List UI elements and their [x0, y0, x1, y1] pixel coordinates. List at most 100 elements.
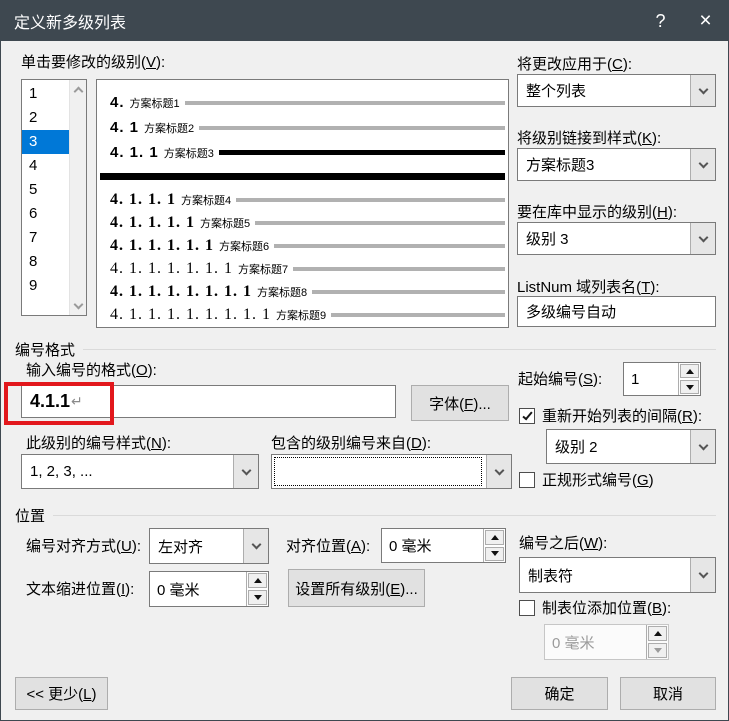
ok-button[interactable]: 确定: [511, 677, 608, 710]
gallery-level-label: 要在库中显示的级别(H):: [517, 201, 677, 222]
spin-down-icon[interactable]: [680, 380, 699, 394]
preview-text-bar: [199, 126, 505, 130]
aligned-at-spinner[interactable]: 0 毫米: [381, 528, 506, 563]
text-indent-spinner[interactable]: 0 毫米: [149, 571, 269, 607]
restart-label: 重新开始列表的间隔(R):: [542, 405, 702, 426]
cancel-button-label: 取消: [653, 683, 683, 704]
spin-up-icon[interactable]: [485, 530, 504, 545]
set-all-levels-label: 设置所有级别(E)...: [295, 578, 418, 599]
level-item-8[interactable]: 8: [22, 250, 69, 274]
chevron-down-icon[interactable]: [690, 149, 715, 180]
legal-checkbox-row[interactable]: 正规形式编号(G): [519, 469, 724, 490]
preview-title: 方案标题3: [164, 145, 214, 161]
position-group-title: 位置: [15, 505, 45, 526]
preview-number: 4. 1. 1. 1. 1. 1: [110, 237, 214, 255]
link-style-combo[interactable]: 方案标题3: [517, 148, 716, 181]
chevron-down-icon[interactable]: [690, 223, 715, 254]
preview-line: 4. 方案标题1: [110, 90, 505, 115]
scroll-up-icon[interactable]: [70, 80, 86, 99]
apply-to-label: 将更改应用于(C):: [517, 53, 632, 74]
legal-label: 正规形式编号(G): [542, 469, 654, 490]
spin-down-icon[interactable]: [485, 547, 504, 562]
level-item-3-selected[interactable]: 3: [22, 130, 69, 154]
chevron-down-icon[interactable]: [233, 455, 258, 488]
preview-line: 4. 1. 1. 1 方案标题4: [110, 188, 505, 211]
number-style-label: 此级别的编号样式(N):: [26, 432, 171, 453]
listnum-input[interactable]: 多级编号自动: [517, 296, 716, 327]
listnum-value: 多级编号自动: [526, 301, 616, 322]
restart-checkbox-checked[interactable]: [519, 408, 535, 424]
preview-number: 4. 1. 1. 1. 1. 1. 1. 1: [110, 283, 252, 301]
level-item-5[interactable]: 5: [22, 178, 69, 202]
set-all-levels-button[interactable]: 设置所有级别(E)...: [288, 569, 425, 607]
group-divider: [53, 515, 716, 516]
number-format-group-title: 编号格式: [15, 339, 75, 360]
font-button[interactable]: 字体(F)...: [411, 385, 509, 421]
dialog-title: 定义新多级列表: [1, 9, 638, 33]
close-icon[interactable]: ×: [683, 1, 728, 41]
level-picker-label: 单击要修改的级别(V):: [21, 51, 165, 72]
text-indent-value: 0 毫米: [150, 579, 246, 600]
preview-title: 方案标题8: [257, 284, 307, 300]
add-tab-checkbox-unchecked[interactable]: [519, 600, 535, 616]
number-style-combo[interactable]: 1, 2, 3, ...: [21, 454, 259, 489]
spin-up-icon: [648, 626, 667, 641]
preview-text-bar: [312, 290, 505, 294]
include-level-label: 包含的级别编号来自(D):: [271, 432, 431, 453]
preview-number: 4. 1. 1. 1: [110, 191, 176, 209]
preview-text-bar: [331, 313, 505, 317]
spin-up-icon[interactable]: [680, 364, 699, 378]
preview-text-bar: [219, 150, 505, 155]
chevron-down-icon[interactable]: [690, 75, 715, 106]
level-item-1[interactable]: 1: [22, 82, 69, 106]
spin-down-icon[interactable]: [248, 590, 267, 605]
alignment-combo[interactable]: 左对齐: [149, 528, 269, 564]
follow-number-combo[interactable]: 制表符: [519, 557, 716, 593]
cancel-button[interactable]: 取消: [620, 677, 716, 710]
add-tab-checkbox-row[interactable]: 制表位添加位置(B):: [519, 597, 724, 618]
format-input-label: 输入编号的格式(O):: [26, 359, 157, 380]
level-item-6[interactable]: 6: [22, 202, 69, 226]
help-icon[interactable]: ?: [638, 1, 683, 41]
preview-line: 4. 1. 1. 1. 1. 1 方案标题6: [110, 234, 505, 257]
start-at-value: 1: [624, 371, 678, 388]
level-item-9[interactable]: 9: [22, 274, 69, 298]
chevron-down-icon[interactable]: [690, 558, 715, 592]
scroll-down-icon[interactable]: [70, 296, 86, 315]
preview-line: 4. 1. 1. 1. 1 方案标题5: [110, 211, 505, 234]
preview-text-bar: [185, 101, 505, 105]
list-preview: 4. 方案标题1 4. 1 方案标题2 4. 1. 1 方案标题3 4. 1. …: [96, 79, 509, 328]
level-item-2[interactable]: 2: [22, 106, 69, 130]
level-item-7[interactable]: 7: [22, 226, 69, 250]
spin-up-icon[interactable]: [248, 573, 267, 588]
restart-level-value: 级别 2: [547, 436, 690, 457]
chevron-down-icon[interactable]: [486, 455, 511, 488]
include-level-combo[interactable]: [271, 454, 512, 489]
preview-text-bar: [255, 221, 505, 225]
preview-text-bar: [236, 198, 505, 202]
listbox-scrollbar[interactable]: [69, 80, 86, 315]
preview-title: 方案标题2: [144, 120, 194, 136]
preview-line: 4. 1 方案标题2: [110, 115, 505, 140]
number-style-value: 1, 2, 3, ...: [22, 463, 233, 480]
level-listbox[interactable]: 1 2 3 4 5 6 7 8 9: [21, 79, 87, 316]
preview-title: 方案标题9: [276, 307, 326, 323]
chevron-down-icon[interactable]: [243, 529, 268, 563]
chevron-down-icon[interactable]: [690, 430, 715, 463]
preview-line: 4. 1. 1. 1. 1. 1. 1. 1 方案标题8: [110, 280, 505, 303]
preview-number: 4. 1: [110, 119, 139, 136]
legal-checkbox-unchecked[interactable]: [519, 472, 535, 488]
apply-to-combo[interactable]: 整个列表: [517, 74, 716, 107]
less-button[interactable]: << 更少(L): [15, 677, 108, 710]
level-item-4[interactable]: 4: [22, 154, 69, 178]
restart-checkbox-row[interactable]: 重新开始列表的间隔(R):: [519, 405, 724, 426]
start-at-spinner[interactable]: 1: [623, 362, 701, 396]
preview-number: 4.: [110, 94, 125, 111]
preview-title: 方案标题4: [181, 192, 231, 208]
spin-down-icon: [648, 643, 667, 658]
add-tab-value: 0 毫米: [545, 632, 646, 653]
preview-line: 4. 1. 1. 1. 1. 1. 1 方案标题7: [110, 257, 505, 280]
group-divider: [83, 349, 716, 350]
gallery-level-combo[interactable]: 级别 3: [517, 222, 716, 255]
restart-level-combo[interactable]: 级别 2: [546, 429, 716, 464]
